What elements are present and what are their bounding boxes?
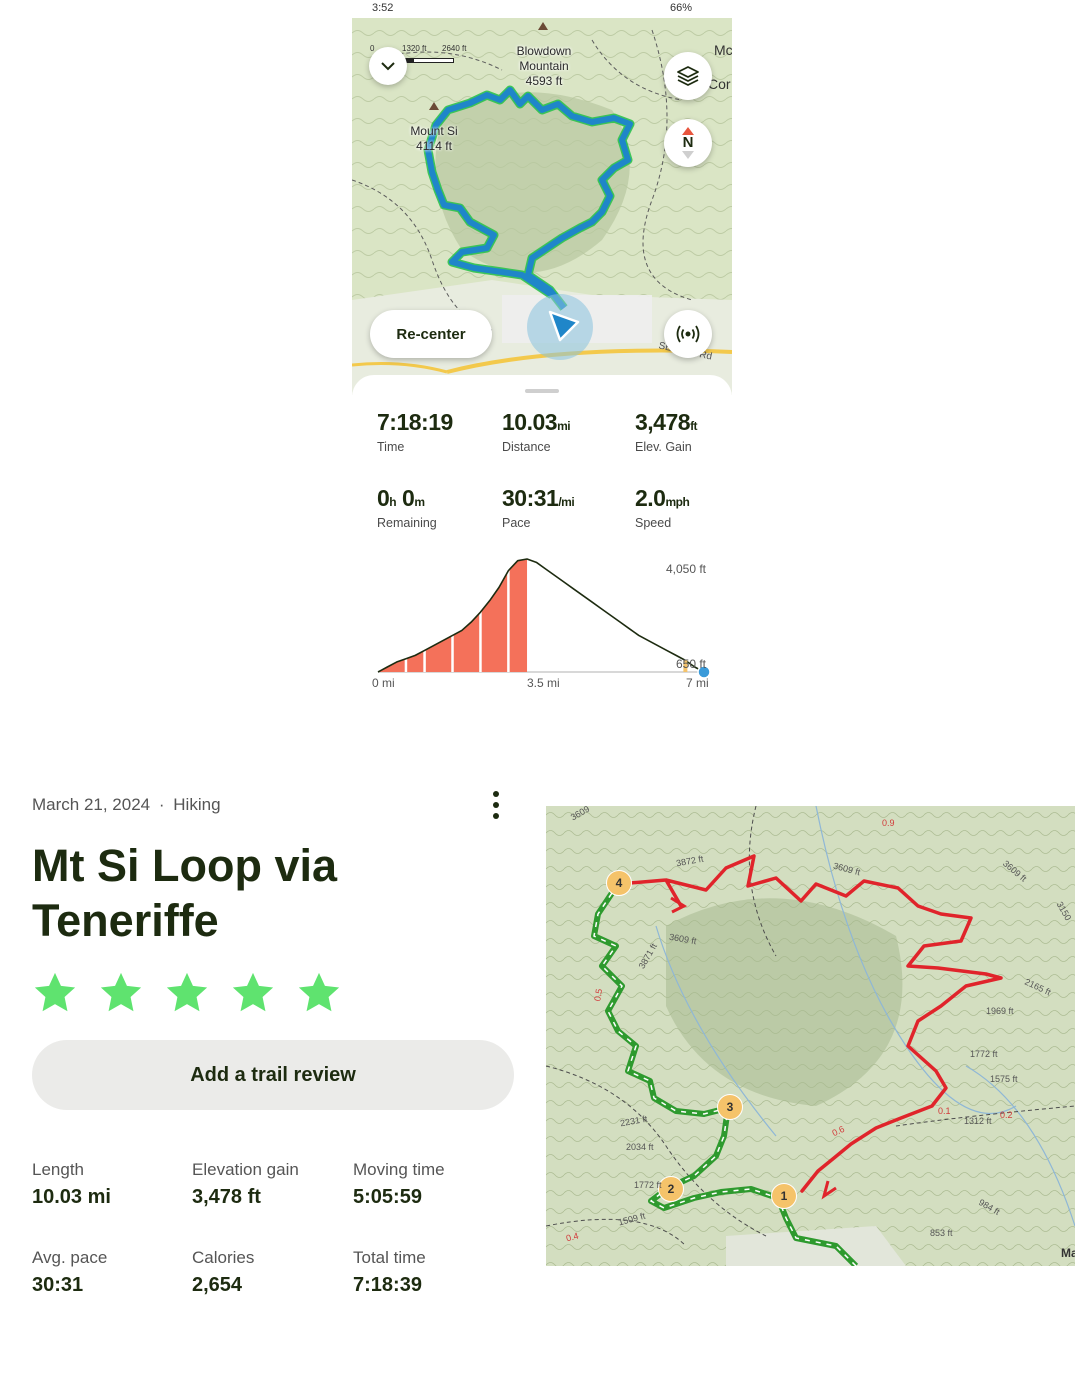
peak-label-mount-si: Mount Si 4114 ft [410, 124, 458, 153]
stat-speed: 2.0mph Speed [635, 485, 732, 530]
map-edge-label: Mc [714, 42, 732, 58]
stat-value: 30:31 [502, 485, 559, 511]
stat-unit: mi [557, 419, 571, 433]
stat-remaining: 0h 0m Remaining [377, 485, 497, 530]
star-icon[interactable] [32, 970, 78, 1016]
stat-elevation-gain: 3,478ft Elev. Gain [635, 409, 732, 454]
stat-distance: 10.03mi Distance [502, 409, 622, 454]
stat-unit: ft [690, 419, 698, 433]
stat-label: Length [32, 1160, 84, 1179]
stat-label: Distance [502, 440, 551, 454]
stat-label: Total time [353, 1248, 426, 1267]
compass-label: N [682, 134, 694, 151]
route-map[interactable]: 1 2 3 4 3872 ft 3609 ft 3609 ft 3609 ft … [546, 806, 1075, 1266]
stat-value: 30:31 [32, 1274, 84, 1296]
phone-screenshot: 3:52 66% 0 1320 ft 2640 ft Blowdown Moun… [352, 0, 732, 700]
stat-value: 3,478 [635, 409, 691, 435]
stat-time: 7:18:19 Time [377, 409, 497, 454]
sheet-drag-handle[interactable] [525, 389, 559, 393]
summary-stat-avg-pace: Avg. pace 30:31 [32, 1248, 192, 1297]
status-bar: 3:52 66% [352, 0, 732, 18]
stat-label: Elev. Gain [635, 440, 692, 454]
activity-type: Hiking [173, 795, 221, 814]
stat-unit: mph [665, 495, 690, 509]
waypoint-marker[interactable]: 4 [606, 870, 632, 896]
recenter-button[interactable]: Re-center [370, 310, 492, 358]
x-tick-label: 7 mi [686, 676, 709, 690]
map-layers-button[interactable] [664, 52, 712, 100]
stat-label: Pace [502, 516, 531, 530]
status-time: 3:52 [372, 2, 394, 14]
x-tick-label: 0 mi [372, 676, 395, 690]
meta-separator: · [158, 795, 165, 814]
chevron-down-icon [381, 62, 395, 71]
stat-label: Moving time [353, 1160, 445, 1179]
waypoint-marker[interactable]: 1 [771, 1183, 797, 1209]
battery-level: 66% [670, 2, 693, 14]
compass-south-arrow-icon [682, 151, 694, 159]
summary-stat-elevation-gain: Elevation gain 3,478 ft [192, 1160, 352, 1209]
summary-stat-moving-time: Moving time 5:05:59 [353, 1160, 513, 1209]
summary-stat-total-time: Total time 7:18:39 [353, 1248, 513, 1297]
stat-value: 7:18:39 [353, 1274, 422, 1296]
live-share-button[interactable] [664, 310, 712, 358]
stat-value: 7:18:19 [377, 409, 453, 435]
stat-unit: /mi [558, 495, 575, 509]
rating-stars[interactable] [32, 970, 342, 1020]
activity-date: March 21, 2024 [32, 795, 151, 814]
summary-stat-calories: Calories 2,654 [192, 1248, 352, 1297]
stat-value: 10.03 mi [32, 1186, 111, 1208]
navigation-map[interactable]: 3:52 66% 0 1320 ft 2640 ft Blowdown Moun… [352, 0, 732, 395]
star-icon[interactable] [98, 970, 144, 1016]
activity-meta: March 21, 2024 · Hiking [32, 795, 221, 815]
waypoint-marker[interactable]: 3 [717, 1094, 743, 1120]
more-vertical-icon [493, 791, 499, 819]
stat-value: 5:05:59 [353, 1186, 422, 1208]
stat-label: Remaining [377, 516, 437, 530]
layers-icon [677, 66, 699, 86]
more-options-button[interactable] [486, 788, 506, 824]
star-icon[interactable] [296, 970, 342, 1016]
stats-sheet[interactable]: 7:18:19 Time 10.03mi Distance 3,478ft El… [352, 375, 732, 700]
map-edge-label: Ma [1061, 1246, 1075, 1260]
stat-label: Speed [635, 516, 672, 530]
star-icon[interactable] [164, 970, 210, 1016]
broadcast-icon [676, 325, 700, 343]
elevation-profile-chart[interactable]: 0 mi 3.5 mi 7 mi 4,050 ft 650 ft [352, 555, 732, 695]
star-icon[interactable] [230, 970, 276, 1016]
stat-label: Avg. pace [32, 1248, 108, 1267]
stat-value: 2,654 [192, 1274, 243, 1296]
compass-button[interactable]: N [664, 119, 712, 167]
y-max-label: 4,050 ft [666, 562, 707, 576]
stat-value: 3,478 ft [192, 1186, 261, 1208]
add-review-button[interactable]: Add a trail review [32, 1040, 514, 1110]
collapse-button[interactable] [369, 47, 407, 85]
summary-stat-length: Length 10.03 mi [32, 1160, 192, 1209]
stat-label: Calories [192, 1248, 255, 1267]
stat-label: Time [377, 440, 405, 454]
stat-label: Elevation gain [192, 1160, 299, 1179]
x-tick-label: 3.5 mi [527, 676, 560, 690]
activity-title: Mt Si Loop via Teneriffe [32, 840, 338, 946]
stat-value: 10.03 [502, 409, 558, 435]
y-min-label: 650 ft [676, 657, 707, 671]
peak-label-blowdown: Blowdown Mountain 4593 ft [516, 44, 572, 88]
stat-value: 2.0 [635, 485, 666, 511]
stat-pace: 30:31/mi Pace [502, 485, 622, 530]
